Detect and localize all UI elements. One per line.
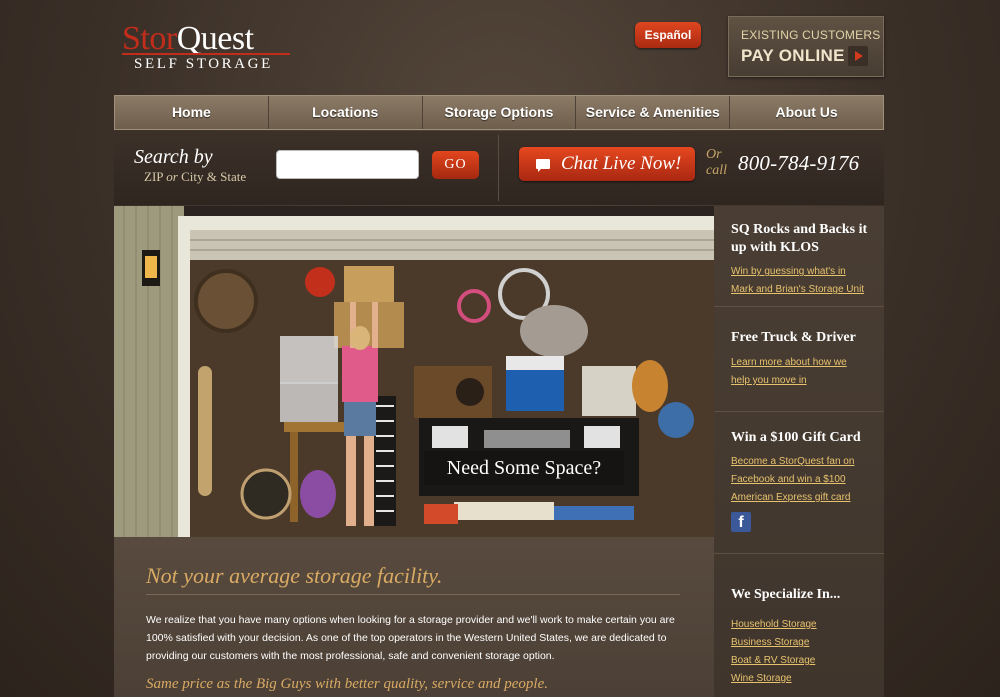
play-arrow-icon	[848, 46, 868, 66]
hero-image: Need Some Space?	[114, 206, 714, 537]
specialize-link-wine[interactable]: Wine Storage	[731, 670, 881, 688]
go-button[interactable]: GO	[432, 151, 479, 179]
hero-caption: Need Some Space?	[424, 451, 624, 485]
logo-subtitle: SELF STORAGE	[134, 56, 273, 72]
specialize-link-household[interactable]: Household Storage	[731, 616, 881, 634]
sidebar-separator	[714, 553, 884, 554]
main-nav: Home Locations Storage Options Service &…	[114, 95, 884, 130]
nav-item-about-us[interactable]: About Us	[730, 96, 883, 129]
sidebar-specialize-title: We Specialize In...	[731, 587, 841, 602]
sidebar-separator	[714, 411, 884, 412]
logo-wordmark: StorQuest	[122, 20, 254, 57]
pay-online-line2: PAY ONLINE	[741, 46, 845, 65]
search-input[interactable]	[276, 150, 419, 179]
nav-item-home[interactable]: Home	[115, 96, 269, 129]
search-band: Search by ZIP or City & State GO Chat Li…	[114, 131, 884, 205]
sidebar-klos-link-1[interactable]: Win by guessing what's in	[731, 263, 881, 281]
sidebar-giftcard-title: Win a $100 Gift Card	[731, 430, 861, 445]
nav-item-locations[interactable]: Locations	[269, 96, 423, 129]
facebook-icon[interactable]: f	[731, 512, 751, 532]
content-heading: Not your average storage facility.	[146, 563, 443, 588]
sidebar-truck-link-1[interactable]: Learn more about how we	[731, 354, 881, 372]
chat-bubble-icon	[536, 159, 550, 172]
search-subtitle: ZIP or City & State	[144, 169, 247, 184]
garage-illustration	[114, 206, 714, 537]
pay-online-button[interactable]: EXISTING CUSTOMERS PAY ONLINE	[728, 16, 884, 77]
phone-number[interactable]: 800-784-9176	[738, 151, 859, 176]
main-content: Not your average storage facility. We re…	[114, 537, 714, 697]
sidebar-klos-title: SQ Rocks and Backs it up with KLOS	[731, 222, 868, 255]
content-body: We realize that you have many options wh…	[146, 614, 675, 662]
specialize-link-boat-rv[interactable]: Boat & RV Storage	[731, 652, 881, 670]
sidebar-giftcard-link-1[interactable]: Become a StorQuest fan on	[731, 453, 881, 471]
specialize-link-business[interactable]: Business Storage	[731, 634, 881, 652]
or-call-label: Or call	[706, 147, 727, 178]
sidebar-giftcard-link-2[interactable]: Facebook and win a $100	[731, 471, 881, 489]
logo-underline	[122, 53, 290, 55]
page-wrapper: StorQuest SELF STORAGE Español EXISTING …	[114, 0, 884, 697]
sidebar-separator	[714, 306, 884, 307]
nav-item-storage-options[interactable]: Storage Options	[423, 96, 577, 129]
sidebar-truck-title: Free Truck & Driver	[731, 330, 856, 345]
sidebar-klos-link-2[interactable]: Mark and Brian's Storage Unit	[731, 281, 881, 299]
storquest-logo[interactable]: StorQuest SELF STORAGE	[122, 22, 294, 74]
sidebar: SQ Rocks and Backs it up with KLOS Win b…	[714, 206, 884, 697]
sidebar-truck-link-2[interactable]: help you move in	[731, 372, 881, 390]
chat-label: Chat Live Now!	[561, 153, 682, 174]
content-rule	[146, 594, 680, 595]
search-divider	[498, 135, 499, 201]
espanol-button[interactable]: Español	[635, 22, 701, 48]
sidebar-giftcard-link-3[interactable]: American Express gift card	[731, 489, 881, 507]
chat-live-button[interactable]: Chat Live Now!	[519, 147, 695, 181]
content-tagline: Same price as the Big Guys with better q…	[146, 676, 548, 692]
pay-online-line1: EXISTING CUSTOMERS	[741, 28, 881, 42]
search-title: Search by	[134, 146, 213, 168]
nav-item-service-amenities[interactable]: Service & Amenities	[576, 96, 731, 129]
